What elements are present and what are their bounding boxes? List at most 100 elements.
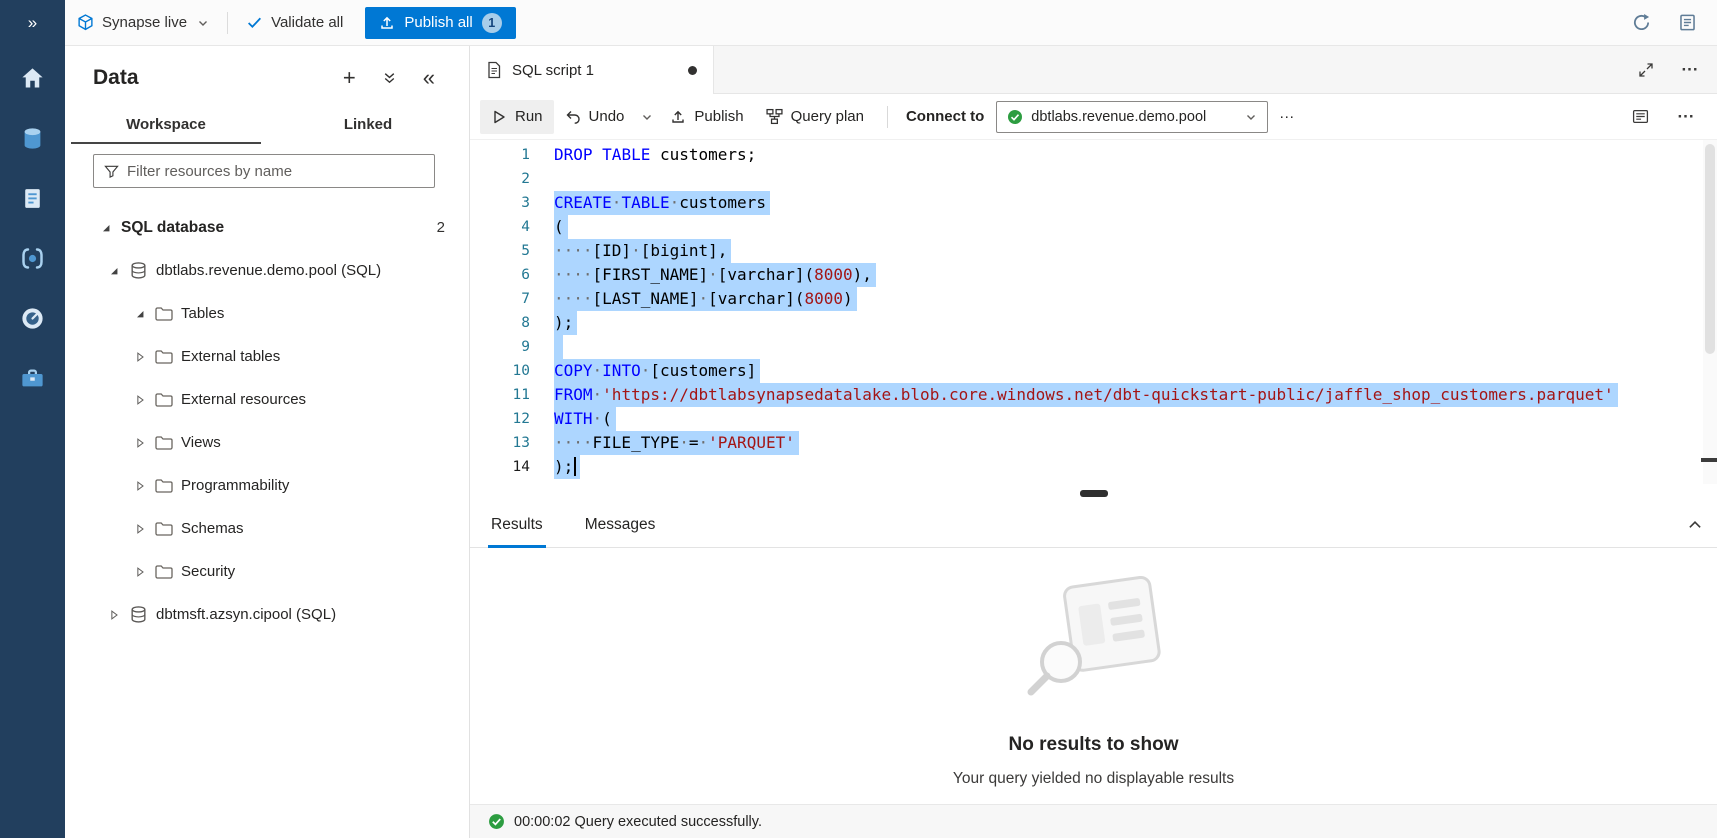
rail-item-manage[interactable] (0, 348, 65, 408)
code-line-5[interactable]: 5····[ID]·[bigint], (470, 239, 1717, 263)
query-plan-button[interactable]: Query plan (755, 100, 875, 134)
editor-scrollbar[interactable] (1703, 140, 1717, 484)
code-line-7[interactable]: 7····[LAST_NAME]·[varchar](8000) (470, 287, 1717, 311)
code-line-10[interactable]: 10COPY·INTO·[customers] (470, 359, 1717, 383)
code-line-content: ····[ID]·[bigint], (554, 239, 731, 263)
add-resource-button[interactable]: + (343, 67, 356, 89)
rail-item-monitor[interactable] (0, 288, 65, 348)
code-line-content: ); (554, 455, 580, 479)
tree-item-dbtmsft-azsyn-cipool-sql[interactable]: dbtmsft.azsyn.cipool (SQL) (65, 593, 469, 636)
double-chevron-down-icon[interactable] (382, 71, 397, 86)
filter-input[interactable] (127, 163, 424, 180)
panel-splitter[interactable] (470, 484, 1717, 502)
line-number: 2 (470, 167, 530, 191)
expand-sidebar-button[interactable]: » (0, 0, 65, 46)
code-line-content: FROM·'https://dbtlabsynapsedatalake.blob… (554, 383, 1618, 407)
code-line-14[interactable]: 14); (470, 455, 1717, 479)
undo-button[interactable]: Undo (554, 100, 636, 134)
collapsed-twistie-icon[interactable] (133, 350, 147, 364)
tree-item-dbtlabs-revenue-demo-pool-sql[interactable]: dbtlabs.revenue.demo.pool (SQL) (65, 249, 469, 292)
tree-item-programmability[interactable]: Programmability (65, 464, 469, 507)
tree-item-label: dbtmsft.azsyn.cipool (SQL) (156, 606, 336, 623)
code-line-2[interactable]: 2 (470, 167, 1717, 191)
tab-messages[interactable]: Messages (582, 502, 659, 547)
expanded-twistie-icon[interactable] (133, 307, 147, 321)
mode-switcher[interactable]: Synapse live (65, 0, 221, 45)
code-line-content: COPY·INTO·[customers] (554, 359, 760, 383)
scrollbar-thumb[interactable] (1705, 144, 1715, 354)
tab-results[interactable]: Results (488, 502, 546, 547)
tree-item-schemas[interactable]: Schemas (65, 507, 469, 550)
tree-item-count: 2 (437, 219, 445, 236)
query-plan-icon (766, 108, 783, 125)
validate-all-button[interactable]: Validate all (234, 0, 355, 45)
tab-more-button[interactable]: ··· (1673, 53, 1707, 87)
line-number: 6 (470, 263, 530, 287)
tab-workspace[interactable]: Workspace (65, 104, 267, 144)
splitter-handle-icon[interactable] (1080, 490, 1108, 497)
tree-item-external-resources[interactable]: External resources (65, 378, 469, 421)
run-button[interactable]: Run (480, 100, 554, 134)
toolbar-more-button[interactable]: ··· (1268, 100, 1305, 134)
code-line-1[interactable]: 1DROP TABLE customers; (470, 143, 1717, 167)
code-line-9[interactable]: 9 (470, 335, 1717, 359)
gauge-icon (19, 305, 46, 332)
pool-name: dbtlabs.revenue.demo.pool (1031, 109, 1237, 125)
properties-panel-button[interactable] (1623, 100, 1657, 134)
validate-check-icon (246, 14, 263, 31)
collapse-panel-button[interactable]: « (423, 67, 435, 89)
panel-title: Data (93, 66, 139, 90)
folder-icon (155, 565, 173, 579)
rail-item-develop[interactable] (0, 168, 65, 228)
hub-rail (0, 46, 65, 838)
code-editor[interactable]: 1DROP TABLE customers;23CREATE·TABLE·cus… (470, 140, 1717, 484)
undo-icon (565, 109, 581, 125)
tree-item-sql-database[interactable]: SQL database 2 (65, 206, 469, 249)
expanded-twistie-icon[interactable] (99, 221, 113, 235)
tab-sql-script-1[interactable]: SQL script 1 (470, 46, 714, 94)
publish-button[interactable]: Publish (659, 100, 754, 134)
collapsed-twistie-icon[interactable] (133, 436, 147, 450)
rail-item-data[interactable] (0, 108, 65, 168)
code-line-12[interactable]: 12WITH·( (470, 407, 1717, 431)
pool-select[interactable]: dbtlabs.revenue.demo.pool (996, 101, 1268, 133)
code-line-content: ( (554, 215, 568, 239)
code-line-4[interactable]: 4( (470, 215, 1717, 239)
code-line-6[interactable]: 6····[FIRST_NAME]·[varchar](8000), (470, 263, 1717, 287)
code-line-13[interactable]: 13····FILE_TYPE·=·'PARQUET' (470, 431, 1717, 455)
collapsed-twistie-icon[interactable] (133, 393, 147, 407)
undo-dropdown-button[interactable] (635, 100, 659, 134)
collapsed-twistie-icon[interactable] (133, 565, 147, 579)
collapse-results-button[interactable] (1673, 502, 1717, 547)
tree-item-label: Tables (181, 305, 224, 322)
rail-item-integrate[interactable] (0, 228, 65, 288)
collapsed-twistie-icon[interactable] (133, 479, 147, 493)
code-line-11[interactable]: 11FROM·'https://dbtlabsynapsedatalake.bl… (470, 383, 1717, 407)
synapse-cube-icon (77, 14, 94, 31)
tree-item-label: External resources (181, 391, 306, 408)
tree-item-label: External tables (181, 348, 280, 365)
tree-item-views[interactable]: Views (65, 421, 469, 464)
tree-item-tables[interactable]: Tables (65, 292, 469, 335)
code-line-content: ); (554, 311, 577, 335)
collapsed-twistie-icon[interactable] (107, 608, 121, 622)
release-notes-button[interactable] (1671, 7, 1703, 39)
tree-item-security[interactable]: Security (65, 550, 469, 593)
refresh-button[interactable] (1625, 7, 1657, 39)
double-chevron-right-icon: » (28, 13, 37, 33)
tree-item-label: SQL database (121, 219, 224, 237)
expand-editor-button[interactable] (1629, 53, 1663, 87)
code-line-8[interactable]: 8); (470, 311, 1717, 335)
toolbar-overflow-button[interactable]: ··· (1669, 100, 1703, 134)
collapsed-twistie-icon[interactable] (133, 522, 147, 536)
code-line-3[interactable]: 3CREATE·TABLE·customers (470, 191, 1717, 215)
publish-all-button[interactable]: Publish all 1 (365, 7, 515, 39)
success-check-icon (488, 813, 505, 830)
expanded-twistie-icon[interactable] (107, 264, 121, 278)
tab-title: SQL script 1 (512, 62, 594, 79)
rail-item-home[interactable] (0, 48, 65, 108)
tab-linked[interactable]: Linked (267, 104, 469, 144)
tree-item-external-tables[interactable]: External tables (65, 335, 469, 378)
home-icon (19, 65, 46, 92)
filter-box (93, 154, 435, 188)
